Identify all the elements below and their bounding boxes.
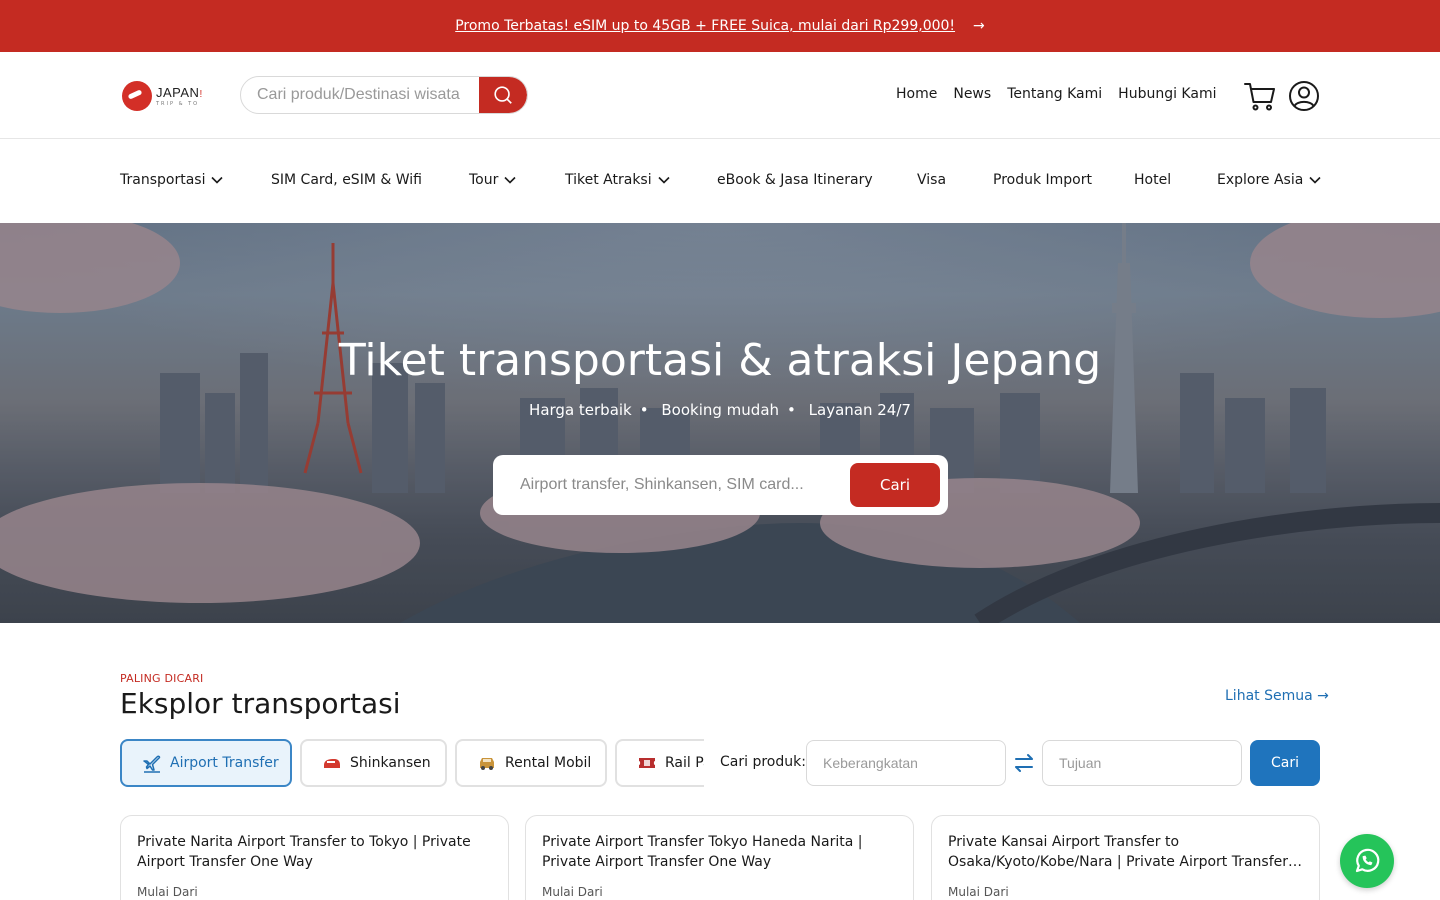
see-all-link[interactable]: Lihat Semua → bbox=[1225, 688, 1329, 704]
category-visa[interactable]: Visa bbox=[917, 172, 946, 188]
feature-best-price: Harga terbaik bbox=[529, 401, 632, 419]
logo[interactable]: JAPAN! TRIP & TO bbox=[122, 79, 214, 113]
category-explore-asia[interactable]: Explore Asia bbox=[1217, 172, 1321, 188]
whatsapp-button[interactable] bbox=[1340, 834, 1394, 888]
nav-news[interactable]: News bbox=[953, 86, 991, 102]
tab-rental-mobil[interactable]: Rental Mobil bbox=[455, 739, 607, 787]
product-title: Private Airport Transfer Tokyo Haneda Na… bbox=[542, 834, 863, 870]
hero-features: Harga terbaik • Booking mudah • Layanan 24… bbox=[529, 401, 911, 419]
product-card[interactable]: Private Narita Airport Transfer to Tokyo… bbox=[120, 815, 509, 900]
price-label: Mulai Dari bbox=[948, 885, 1009, 899]
hero-overlay bbox=[0, 223, 1440, 623]
whatsapp-icon bbox=[1355, 848, 1380, 873]
logo-wordmark: JAPAN! TRIP & TO bbox=[156, 84, 203, 107]
category-hotel[interactable]: Hotel bbox=[1134, 172, 1171, 188]
hero-search-input[interactable] bbox=[493, 476, 850, 494]
header-search bbox=[240, 76, 528, 114]
search-icon bbox=[494, 86, 512, 104]
header-search-input[interactable] bbox=[241, 77, 479, 113]
feature-easy-booking: Booking mudah bbox=[661, 401, 780, 419]
chevron-down-icon bbox=[1309, 176, 1321, 184]
product-card[interactable]: Private Airport Transfer Tokyo Haneda Na… bbox=[525, 815, 914, 900]
hero-search: Cari bbox=[493, 455, 948, 515]
category-nav: Transportasi SIM Card, eSIM & Wifi Tour … bbox=[0, 139, 1440, 223]
tab-rail-pass[interactable]: Rail Pass bbox=[615, 739, 704, 787]
category-transportasi[interactable]: Transportasi bbox=[120, 172, 224, 188]
chevron-down-icon bbox=[211, 176, 224, 184]
arrow-right-icon[interactable]: → bbox=[973, 18, 985, 34]
category-sim-card[interactable]: SIM Card, eSIM & Wifi bbox=[271, 172, 422, 188]
user-account-icon[interactable] bbox=[1288, 80, 1320, 112]
transport-tabs: Airport Transfer Shinkansen Rental Mobil bbox=[120, 739, 704, 787]
site-header: JAPAN! TRIP & TO Home News Tentang Kami … bbox=[0, 52, 1440, 139]
promo-link[interactable]: Promo Terbatas! eSIM up to 45GB + FREE S… bbox=[455, 18, 955, 34]
chevron-down-icon bbox=[504, 176, 516, 184]
car-icon bbox=[477, 753, 497, 773]
finder-search-button[interactable]: Cari bbox=[1250, 740, 1320, 786]
nav-home[interactable]: Home bbox=[896, 86, 937, 102]
swap-icon[interactable] bbox=[1012, 751, 1036, 775]
destination-field[interactable] bbox=[1042, 740, 1242, 786]
destination-input[interactable] bbox=[1059, 755, 1241, 771]
price-label: Mulai Dari bbox=[137, 885, 198, 899]
category-tiket-atraksi[interactable]: Tiket Atraksi bbox=[565, 172, 670, 188]
price-label: Mulai Dari bbox=[542, 885, 603, 899]
hero-title: Tiket transportasi & atraksi Jepang bbox=[338, 335, 1102, 386]
hero-banner: Tiket transportasi & atraksi Jepang Harg… bbox=[0, 223, 1440, 623]
category-produk-import[interactable]: Produk Import bbox=[993, 172, 1092, 188]
nav-contact[interactable]: Hubungi Kami bbox=[1118, 86, 1216, 102]
tab-airport-transfer[interactable]: Airport Transfer bbox=[120, 739, 292, 787]
ticket-icon bbox=[637, 753, 657, 773]
hero-search-button[interactable]: Cari bbox=[850, 463, 940, 507]
departure-input[interactable] bbox=[823, 755, 1005, 771]
finder-label: Cari produk: bbox=[720, 754, 806, 770]
top-nav: Home News Tentang Kami Hubungi Kami bbox=[896, 86, 1216, 102]
feature-support: Layanan 24/7 bbox=[808, 401, 911, 419]
category-tour[interactable]: Tour bbox=[469, 172, 516, 188]
category-ebook[interactable]: eBook & Jasa Itinerary bbox=[717, 172, 873, 188]
section-title: Eksplor transportasi bbox=[120, 687, 401, 720]
nav-about[interactable]: Tentang Kami bbox=[1007, 86, 1102, 102]
tab-shinkansen[interactable]: Shinkansen bbox=[300, 739, 447, 787]
departure-field[interactable] bbox=[806, 740, 1006, 786]
section-eyebrow: PALING DICARI bbox=[120, 672, 204, 685]
product-card[interactable]: Private Kansai Airport Transfer to Osaka… bbox=[931, 815, 1320, 900]
train-icon bbox=[322, 753, 342, 773]
cart-icon[interactable] bbox=[1243, 80, 1277, 112]
product-title: Private Kansai Airport Transfer to Osaka… bbox=[948, 834, 1289, 870]
header-search-button[interactable] bbox=[479, 77, 527, 113]
plane-icon bbox=[142, 753, 162, 773]
logo-mark-icon bbox=[122, 81, 152, 111]
product-title: Private Narita Airport Transfer to Tokyo… bbox=[137, 834, 471, 870]
promo-bar: Promo Terbatas! eSIM up to 45GB + FREE S… bbox=[0, 0, 1440, 52]
chevron-down-icon bbox=[658, 176, 670, 184]
